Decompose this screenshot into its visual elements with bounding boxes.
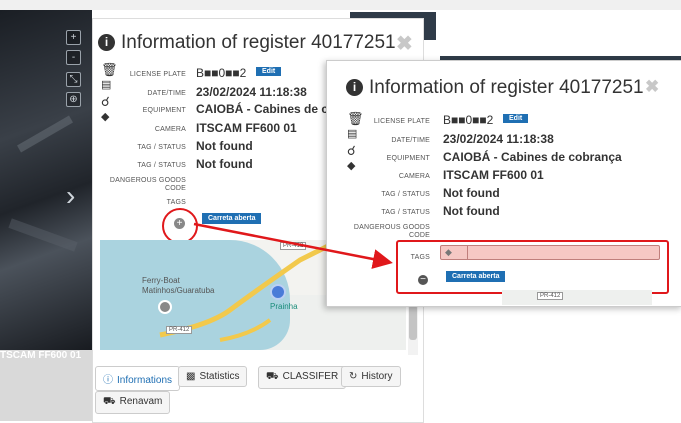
- label-datetime: DATE/TIME: [147, 90, 186, 97]
- tab-statistics[interactable]: ▩ Statistics: [178, 366, 248, 387]
- remove-tag-button[interactable]: −: [418, 275, 428, 285]
- history-icon: ↻: [349, 371, 358, 382]
- label-plate: LICENSE PLATE: [373, 118, 430, 125]
- map-label-ferry: Ferry-Boat: [142, 276, 180, 285]
- value-plate: B■■0■■2: [443, 113, 494, 127]
- label-datetime: DATE/TIME: [391, 137, 430, 144]
- tab-label: Statistics: [199, 371, 240, 382]
- tag-chip-carreta-aberta[interactable]: Carreta aberta: [446, 271, 506, 282]
- label-tags: TAGS: [410, 254, 430, 261]
- tab-label: CLASSIFER: [282, 371, 339, 382]
- road-label-1: PR-412: [166, 326, 193, 334]
- value-tag-status-1: Not found: [196, 139, 253, 153]
- value-datetime: 23/02/2024 11:18:38: [443, 132, 554, 146]
- snapshot-icon[interactable]: ⊕: [66, 92, 81, 107]
- fullscreen-icon[interactable]: ⤡: [66, 72, 81, 87]
- panel-title: i Information of register 40177251: [98, 32, 396, 54]
- car-icon: ⛟: [103, 396, 116, 407]
- value-datetime: 23/02/2024 11:18:38: [196, 85, 307, 99]
- tab-informations[interactable]: ⓘ Informations: [95, 366, 181, 391]
- label-plate: LICENSE PLATE: [129, 71, 186, 78]
- tag-icon: ◆: [445, 247, 452, 257]
- value-tag-status-2: Not found: [443, 204, 500, 218]
- label-camera: CAMERA: [398, 173, 430, 180]
- info-icon: ⓘ: [103, 375, 113, 386]
- tag-chip-carreta-aberta[interactable]: Carreta aberta: [202, 213, 262, 224]
- bar-chart-icon: ▩: [186, 371, 196, 382]
- label-dangerous-goods: DANGEROUS GOODS CODE: [353, 224, 430, 239]
- map-label-matinhos: Matinhos/Guaratuba: [142, 286, 215, 295]
- label-tag-status-2: TAG / STATUS: [381, 209, 430, 216]
- value-equipment: CAIOBÁ - Cabines de cobrança: [443, 150, 622, 164]
- info-icon: i: [98, 34, 115, 51]
- camera-label: TSCAM FF600 01: [0, 350, 82, 361]
- road-label-2: PR-412: [280, 242, 307, 250]
- tab-history[interactable]: ↻ History: [341, 366, 401, 387]
- value-tag-status-1: Not found: [443, 186, 500, 200]
- camera-view: + - ⤡ ⊕ › TSCAM FF600 01: [0, 0, 92, 421]
- chevron-right-icon[interactable]: ›: [66, 180, 75, 212]
- label-tag-status-1: TAG / STATUS: [137, 144, 186, 151]
- zoom-in-icon[interactable]: +: [66, 30, 81, 45]
- value-equipment: CAIOBÁ - Cabines de c: [196, 102, 329, 116]
- search-icon[interactable]: ☌: [101, 94, 110, 110]
- edit-plate-button[interactable]: Edit: [503, 114, 529, 123]
- map-pin-icon[interactable]: [158, 300, 172, 314]
- label-tag-status-1: TAG / STATUS: [381, 191, 430, 198]
- value-camera: ITSCAM FF600 01: [196, 121, 297, 135]
- edit-plate-button[interactable]: Edit: [256, 67, 282, 76]
- map-view-front[interactable]: PR-412: [502, 290, 652, 305]
- annotation-circle: [162, 208, 198, 244]
- label-tag-status-2: TAG / STATUS: [137, 162, 186, 169]
- tab-label: Informations: [117, 375, 173, 386]
- tab-label: Renavam: [119, 396, 163, 407]
- location-dot-icon[interactable]: [270, 284, 286, 300]
- close-icon[interactable]: ✖: [645, 77, 659, 97]
- tags-input[interactable]: ◆: [440, 245, 660, 260]
- label-equipment: EQUIPMENT: [142, 107, 186, 114]
- front-panel-title: i Information of register 40177251: [346, 77, 644, 99]
- value-camera: ITSCAM FF600 01: [443, 168, 544, 182]
- label-camera: CAMERA: [154, 126, 186, 133]
- map-label-prainha: Prainha: [270, 302, 298, 311]
- pdf-icon[interactable]: ▤: [101, 78, 111, 91]
- tab-label: History: [361, 371, 393, 382]
- info-icon: i: [346, 79, 363, 96]
- zoom-out-icon[interactable]: -: [66, 50, 81, 65]
- tab-classifer[interactable]: ⛟ CLASSIFER: [258, 366, 347, 389]
- front-panel-title-text: Information of register 40177251: [369, 77, 644, 98]
- top-area: [0, 0, 681, 10]
- tab-renavam[interactable]: ⛟ Renavam: [95, 391, 171, 414]
- value-plate: B■■0■■2: [196, 66, 247, 80]
- label-dangerous-goods: DANGEROUS GOODS CODE: [109, 177, 186, 192]
- panel-title-text: Information of register 40177251: [121, 32, 396, 53]
- road-label: PR-412: [537, 292, 564, 300]
- value-tag-status-2: Not found: [196, 157, 253, 171]
- close-icon[interactable]: ✖: [396, 31, 413, 56]
- label-equipment: EQUIPMENT: [386, 155, 430, 162]
- label-tags: TAGS: [166, 199, 186, 206]
- car-icon: ⛟: [266, 371, 279, 382]
- scrollbar-thumb[interactable]: [409, 305, 417, 340]
- tags-icon[interactable]: ◆: [101, 110, 109, 123]
